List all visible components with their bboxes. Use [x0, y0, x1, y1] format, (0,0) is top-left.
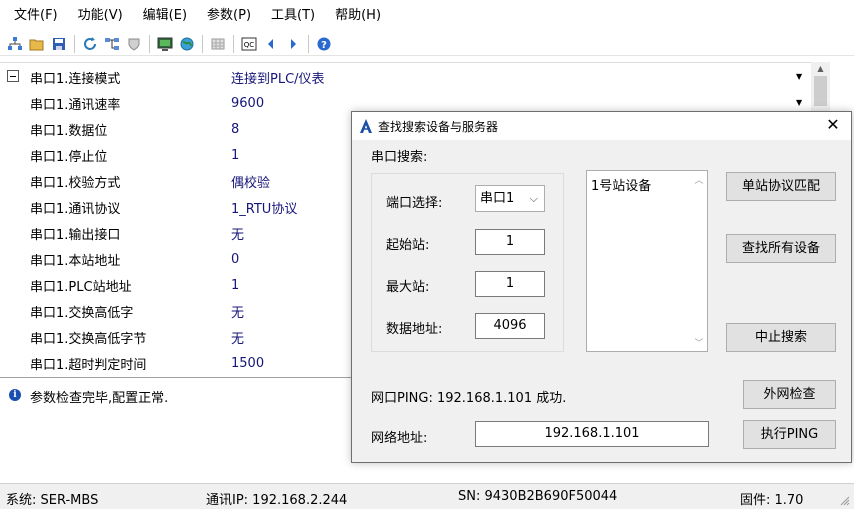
network-icon[interactable] — [4, 34, 26, 54]
status-bar: 系统: SER-MBS 通讯IP: 192.168.2.244 SN: 9430… — [0, 483, 854, 509]
toolbar-separator — [202, 34, 203, 53]
scroll-up-icon[interactable]: ▲ — [811, 64, 830, 73]
svg-text:?: ? — [321, 40, 327, 51]
stop-search-button[interactable]: 中止搜索 — [726, 323, 836, 352]
property-value[interactable]: 9600 — [231, 96, 264, 111]
property-value[interactable]: 0 — [231, 252, 239, 267]
menu-function[interactable]: 功能(V) — [68, 0, 133, 32]
property-value[interactable]: 1 — [231, 278, 239, 293]
scroll-thumb[interactable] — [814, 76, 827, 106]
save-icon[interactable] — [48, 34, 70, 54]
serial-search-label: 串口搜索: — [371, 150, 428, 165]
shield-icon[interactable] — [123, 34, 145, 54]
ping-status: 网口PING: 192.168.1.101 成功. — [371, 391, 567, 406]
menu-bar: 文件(F) 功能(V) 编辑(E) 参数(P) 工具(T) 帮助(H) — [0, 0, 854, 32]
collapse-icon[interactable] — [7, 70, 19, 82]
info-icon: i — [9, 389, 21, 401]
property-value[interactable]: 无 — [231, 328, 244, 347]
toolbar-separator — [149, 34, 150, 53]
toolbar-separator — [74, 34, 75, 53]
search-dialog: 查找搜索设备与服务器 ✕ 串口搜索: 端口选择: 串口1 ⌵ 起始站: 1 最大… — [351, 111, 852, 463]
info-message: 参数检查完毕,配置正常. — [30, 391, 169, 406]
close-icon[interactable]: ✕ — [821, 114, 845, 136]
menu-help[interactable]: 帮助(H) — [325, 0, 391, 32]
property-value[interactable]: 8 — [231, 122, 239, 137]
status-sn: SN: 9430B2B690F50044 — [458, 489, 618, 504]
list-item[interactable]: 1号站设备 — [591, 175, 651, 194]
property-name: 串口1.停止位 — [30, 149, 108, 165]
refresh-icon[interactable] — [79, 34, 101, 54]
property-name: 串口1.本站地址 — [30, 253, 121, 269]
menu-edit[interactable]: 编辑(E) — [133, 0, 197, 32]
status-firmware: 固件: 1.70 — [740, 493, 804, 508]
open-folder-icon[interactable] — [26, 34, 48, 54]
external-check-button[interactable]: 外网检查 — [743, 380, 836, 409]
property-value[interactable]: 1 — [231, 148, 239, 163]
device-list[interactable]: 1号站设备 ︿ ﹀ — [586, 170, 708, 352]
dialog-title: 查找搜索设备与服务器 — [378, 120, 499, 134]
property-value[interactable]: 1500 — [231, 356, 264, 371]
property-value[interactable]: 1_RTU协议 — [231, 198, 297, 217]
property-name: 串口1.连接模式 — [30, 71, 121, 87]
list-scrollbar[interactable]: ︿ ﹀ — [691, 171, 707, 351]
network-address-input[interactable]: 192.168.1.101 — [475, 421, 709, 447]
status-system: 系统: SER-MBS — [6, 493, 99, 508]
property-value[interactable]: 无 — [231, 302, 244, 321]
find-all-button[interactable]: 查找所有设备 — [726, 234, 836, 263]
property-value[interactable]: 连接到PLC/仪表 — [231, 68, 325, 87]
start-station-input[interactable]: 1 — [475, 229, 545, 255]
menu-file[interactable]: 文件(F) — [4, 0, 68, 32]
property-value[interactable]: 偶校验 — [231, 172, 270, 191]
grid-icon[interactable] — [207, 34, 229, 54]
dialog-title-bar[interactable]: 查找搜索设备与服务器 ✕ — [352, 112, 851, 140]
network-address-label: 网络地址: — [371, 431, 428, 446]
property-name: 串口1.PLC站地址 — [30, 279, 132, 295]
help-icon[interactable]: ? — [313, 34, 335, 54]
dropdown-arrow-icon[interactable]: ▼ — [796, 72, 802, 81]
property-name: 串口1.交换高低字节 — [30, 331, 147, 347]
arrow-left-icon[interactable] — [260, 34, 282, 54]
status-ip: 通讯IP: 192.168.2.244 — [206, 493, 348, 508]
resize-grip-icon[interactable] — [840, 496, 850, 506]
globe-icon[interactable] — [176, 34, 198, 54]
max-station-label: 最大站: — [386, 280, 430, 295]
max-station-input[interactable]: 1 — [475, 271, 545, 297]
property-name: 串口1.输出接口 — [30, 227, 121, 243]
port-label: 端口选择: — [386, 196, 443, 211]
data-address-input[interactable]: 4096 — [475, 313, 545, 339]
svg-text:QC: QC — [244, 41, 255, 49]
port-select[interactable]: 串口1 ⌵ — [475, 185, 545, 212]
app-logo-icon — [360, 119, 372, 133]
arrow-right-icon[interactable] — [282, 34, 304, 54]
toolbar: QC ? — [0, 32, 854, 56]
property-row[interactable]: 串口1.连接模式 连接到PLC/仪表 ▼ — [0, 64, 830, 90]
ping-button[interactable]: 执行PING — [743, 420, 836, 449]
start-station-label: 起始站: — [386, 238, 430, 253]
property-name: 串口1.交换高低字 — [30, 305, 134, 321]
single-match-button[interactable]: 单站协议匹配 — [726, 172, 836, 201]
property-name: 串口1.数据位 — [30, 123, 108, 139]
toolbar-separator — [308, 34, 309, 53]
property-value[interactable]: 无 — [231, 224, 244, 243]
scroll-up-icon[interactable]: ︿ — [691, 173, 707, 186]
dropdown-arrow-icon[interactable]: ▼ — [796, 98, 802, 107]
property-name: 串口1.超时判定时间 — [30, 357, 147, 373]
data-address-label: 数据地址: — [386, 322, 443, 337]
chevron-down-icon: ⌵ — [529, 192, 538, 205]
property-name: 串口1.校验方式 — [30, 175, 121, 191]
qc-icon[interactable]: QC — [238, 34, 260, 54]
menu-params[interactable]: 参数(P) — [197, 0, 261, 32]
monitor-icon[interactable] — [154, 34, 176, 54]
port-select-value: 串口1 — [480, 191, 515, 206]
toolbar-separator — [233, 34, 234, 53]
property-name: 串口1.通讯速率 — [30, 97, 121, 113]
property-name: 串口1.通讯协议 — [30, 201, 121, 217]
menu-tools[interactable]: 工具(T) — [261, 0, 325, 32]
tree-icon[interactable] — [101, 34, 123, 54]
scroll-down-icon[interactable]: ﹀ — [691, 336, 707, 349]
